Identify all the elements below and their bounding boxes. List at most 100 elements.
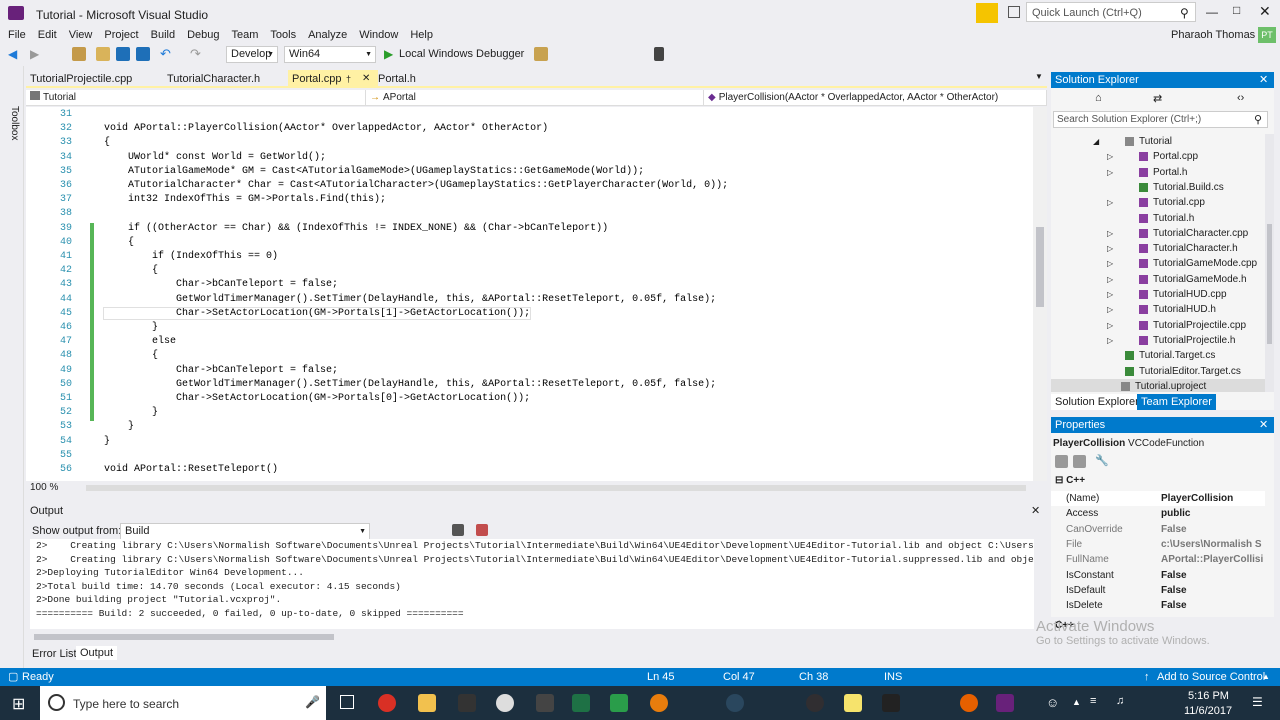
steam-icon[interactable]: [726, 694, 744, 712]
tree-item[interactable]: ▷ TutorialHUD.h: [1051, 302, 1265, 317]
play-icon[interactable]: ▶: [384, 47, 393, 61]
tab-error-list[interactable]: Error List: [32, 648, 77, 660]
output-text[interactable]: 2> Creating library C:\Users\Normalish S…: [30, 539, 1034, 629]
tree-scrollbar[interactable]: [1265, 134, 1274, 392]
task-view-icon[interactable]: [340, 695, 354, 709]
show-hidden-icons[interactable]: ▲: [1072, 697, 1081, 707]
save-icon[interactable]: [116, 47, 130, 61]
code-line[interactable]: if ((OtherActor == Char) && (IndexOfThis…: [104, 223, 608, 234]
output-horizontal-scrollbar[interactable]: [34, 634, 334, 640]
categorized-icon[interactable]: [1055, 455, 1068, 468]
menu-debug[interactable]: Debug: [181, 26, 225, 44]
code-line[interactable]: if (IndexOfThis == 0): [104, 251, 278, 262]
menu-help[interactable]: Help: [404, 26, 439, 44]
menu-team[interactable]: Team: [226, 26, 265, 44]
close-icon[interactable]: ✕: [1031, 503, 1040, 520]
tree-item[interactable]: ▷ TutorialProjectile.cpp: [1051, 318, 1265, 333]
code-line[interactable]: Char->SetActorLocation(GM->Portals[1]->G…: [102, 306, 532, 320]
tree-item[interactable]: ▷ TutorialProjectile.h: [1051, 333, 1265, 348]
project-select[interactable]: Tutorial: [26, 90, 366, 106]
file-explorer-icon[interactable]: [418, 694, 436, 712]
toolbox-strip[interactable]: Toolbox: [0, 66, 24, 668]
close-button[interactable]: ✕: [1259, 3, 1271, 20]
code-line[interactable]: {: [104, 350, 158, 361]
tree-item[interactable]: ◢ Tutorial: [1051, 134, 1265, 149]
close-tab-icon[interactable]: ✕: [362, 70, 370, 88]
class-select[interactable]: → APortal: [366, 90, 704, 106]
avatar[interactable]: PT: [1258, 27, 1276, 43]
tree-item[interactable]: ▷ TutorialCharacter.cpp: [1051, 226, 1265, 241]
clock-time[interactable]: 5:16 PM: [1188, 690, 1229, 702]
code-line[interactable]: Char->bCanTeleport = false;: [104, 365, 338, 376]
excel-icon[interactable]: [572, 694, 590, 712]
maximize-button[interactable]: □: [1233, 3, 1240, 17]
horizontal-scrollbar[interactable]: [86, 485, 1026, 491]
microphone-icon[interactable]: 🎤: [305, 695, 320, 709]
feedback-icon[interactable]: [1008, 6, 1020, 18]
tab-team-explorer[interactable]: Team Explorer: [1137, 394, 1216, 410]
expand-arrow-icon[interactable]: ▷: [1107, 241, 1113, 256]
tree-item[interactable]: Tutorial.Build.cs: [1051, 180, 1265, 195]
property-row[interactable]: (Name) PlayerCollision: [1051, 491, 1265, 506]
code-line[interactable]: GetWorldTimerManager().SetTimer(DelayHan…: [104, 294, 716, 305]
zoom-level[interactable]: 100 %: [30, 482, 58, 493]
code-line[interactable]: }: [104, 322, 158, 333]
tab-overflow-icon[interactable]: ▼: [1035, 72, 1043, 81]
new-project-icon[interactable]: [72, 47, 86, 61]
scroll-thumb[interactable]: [1036, 227, 1044, 307]
bookmark-icon[interactable]: [654, 47, 664, 61]
epic-games-icon[interactable]: [882, 694, 900, 712]
properties-category[interactable]: ⊟ C++: [1055, 475, 1265, 490]
property-row[interactable]: CanOverride False: [1051, 522, 1265, 537]
tree-item[interactable]: ▷ Tutorial.cpp: [1051, 195, 1265, 210]
attach-icon[interactable]: [534, 47, 548, 61]
tree-item[interactable]: ▷ TutorialHUD.cpp: [1051, 287, 1265, 302]
expand-arrow-icon[interactable]: ▷: [1107, 149, 1113, 164]
tab-solution-explorer[interactable]: Solution Explorer: [1051, 394, 1143, 410]
menu-view[interactable]: View: [63, 26, 99, 44]
close-icon[interactable]: ✕: [1259, 417, 1268, 433]
code-line[interactable]: GetWorldTimerManager().SetTimer(DelayHan…: [104, 379, 716, 390]
tab-output[interactable]: Output: [76, 646, 118, 660]
tree-item[interactable]: ▷ TutorialGameMode.cpp: [1051, 256, 1265, 271]
chrome-icon[interactable]: [378, 694, 396, 712]
home-icon[interactable]: ⌂: [1095, 92, 1102, 104]
tab-portal-cpp[interactable]: Portal.cpp † ✕: [288, 70, 378, 88]
volume-icon[interactable]: ♫: [1116, 695, 1124, 707]
tree-item[interactable]: ▷ Portal.cpp: [1051, 149, 1265, 164]
code-line[interactable]: void APortal::ResetTeleport(): [104, 464, 278, 475]
expand-arrow-icon[interactable]: ▷: [1107, 256, 1113, 271]
tree-item[interactable]: ▷ TutorialGameMode.h: [1051, 272, 1265, 287]
clear-all-icon[interactable]: [452, 524, 464, 536]
taskbar-search[interactable]: Type here to search 🎤: [40, 686, 326, 720]
wrench-icon[interactable]: 🔧: [1095, 454, 1109, 467]
member-select[interactable]: ◆ PlayerCollision(AActor * OverlappedActo…: [704, 90, 1047, 106]
menu-edit[interactable]: Edit: [32, 26, 63, 44]
tree-item[interactable]: ▷ TutorialCharacter.h: [1051, 241, 1265, 256]
network-icon[interactable]: ≡: [1090, 695, 1096, 707]
editor-vertical-scrollbar[interactable]: [1033, 107, 1047, 481]
expand-arrow-icon[interactable]: ▷: [1107, 302, 1113, 317]
code-line[interactable]: int32 IndexOfThis = GM->Portals.Find(thi…: [104, 194, 386, 205]
code-line[interactable]: {: [104, 137, 110, 148]
close-icon[interactable]: ✕: [1259, 72, 1268, 88]
app-icon[interactable]: [496, 694, 514, 712]
code-area[interactable]: 31 32 void APortal::PlayerCollision(AActor…: [26, 107, 1033, 481]
user-name[interactable]: Pharaoh Thomas: [1165, 26, 1261, 44]
minimize-button[interactable]: —: [1206, 5, 1218, 19]
code-line[interactable]: ATutorialGameMode* GM = Cast<ATutorialGa…: [104, 166, 644, 177]
windows-start-icon[interactable]: ⊞: [12, 694, 25, 714]
word-wrap-icon[interactable]: [476, 524, 488, 536]
epic-launcher-icon[interactable]: [458, 694, 476, 712]
menu-window[interactable]: Window: [353, 26, 404, 44]
forward-icon[interactable]: ▶: [30, 47, 39, 61]
property-row[interactable]: Access public: [1051, 506, 1265, 521]
property-row[interactable]: FullName APortal::PlayerCollisi: [1051, 552, 1265, 567]
code-line[interactable]: else: [104, 336, 176, 347]
people-icon[interactable]: ☺: [1046, 695, 1059, 710]
code-line[interactable]: Char->SetActorLocation(GM->Portals[0]->G…: [104, 393, 530, 404]
firefox-icon[interactable]: [960, 694, 978, 712]
property-row[interactable]: IsConstant False: [1051, 568, 1265, 583]
pin-icon[interactable]: †: [346, 70, 351, 88]
tree-item[interactable]: Tutorial.Target.cs: [1051, 348, 1265, 363]
